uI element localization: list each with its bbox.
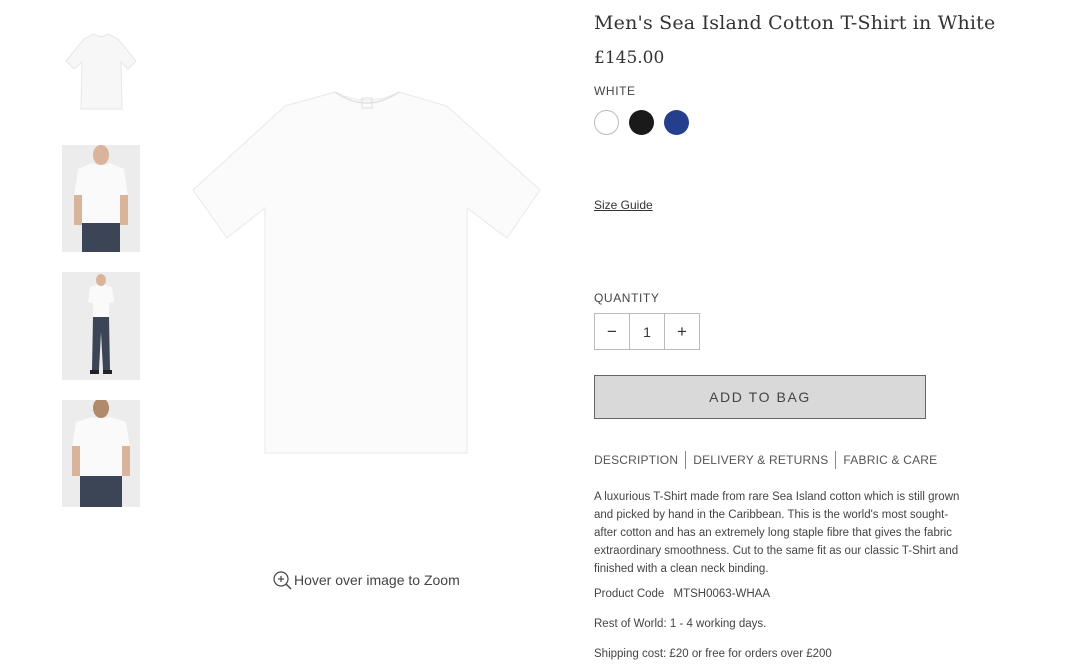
tab-divider xyxy=(685,451,687,469)
tab-fabric-care[interactable]: FABRIC & CARE xyxy=(843,453,937,467)
quantity-stepper: − 1 + xyxy=(594,313,700,350)
thumbnail-model-back[interactable] xyxy=(62,400,140,507)
main-product-image[interactable] xyxy=(185,78,550,468)
product-description: A luxurious T-Shirt made from rare Sea I… xyxy=(594,491,960,575)
quantity-value[interactable]: 1 xyxy=(629,314,665,349)
product-price: £145.00 xyxy=(594,48,665,68)
model-front-image xyxy=(62,145,140,252)
tab-description[interactable]: DESCRIPTION xyxy=(594,453,678,467)
thumbnail-model-front[interactable] xyxy=(62,145,140,252)
thumbnail-model-full[interactable] xyxy=(62,272,140,380)
product-code: Product Code MTSH0063-WHAA xyxy=(594,588,770,600)
tab-delivery-returns[interactable]: DELIVERY & RETURNS xyxy=(693,453,828,467)
tshirt-flat-image xyxy=(65,33,137,110)
swatch-white[interactable] xyxy=(594,110,619,135)
shipping-info: Shipping cost: £20 or free for orders ov… xyxy=(594,648,832,660)
swatch-navy[interactable] xyxy=(664,110,689,135)
product-code-label: Product Code xyxy=(594,588,665,600)
swatch-black[interactable] xyxy=(629,110,654,135)
delivery-info: Rest of World: 1 - 4 working days. xyxy=(594,618,767,630)
zoom-in-icon xyxy=(273,571,292,590)
quantity-decrease-button[interactable]: − xyxy=(595,314,629,349)
zoom-hint: Hover over image to Zoom xyxy=(272,570,460,590)
quantity-increase-button[interactable]: + xyxy=(665,314,699,349)
tab-divider xyxy=(835,451,837,469)
zoom-hint-text: Hover over image to Zoom xyxy=(294,572,460,588)
color-swatches xyxy=(594,110,689,135)
model-full-image xyxy=(62,272,140,380)
selected-color-label: WHITE xyxy=(594,84,636,98)
model-back-image xyxy=(62,400,140,507)
thumbnail-flat-front[interactable] xyxy=(62,17,140,125)
tshirt-main-image xyxy=(192,91,541,454)
product-info-tabs: DESCRIPTION DELIVERY & RETURNS FABRIC & … xyxy=(594,451,937,469)
add-to-bag-button[interactable]: ADD TO BAG xyxy=(594,375,926,419)
size-guide-link[interactable]: Size Guide xyxy=(594,198,653,212)
quantity-label: QUANTITY xyxy=(594,291,660,305)
product-title: Men's Sea Island Cotton T-Shirt in White xyxy=(594,12,996,34)
product-code-value: MTSH0063-WHAA xyxy=(673,588,771,600)
